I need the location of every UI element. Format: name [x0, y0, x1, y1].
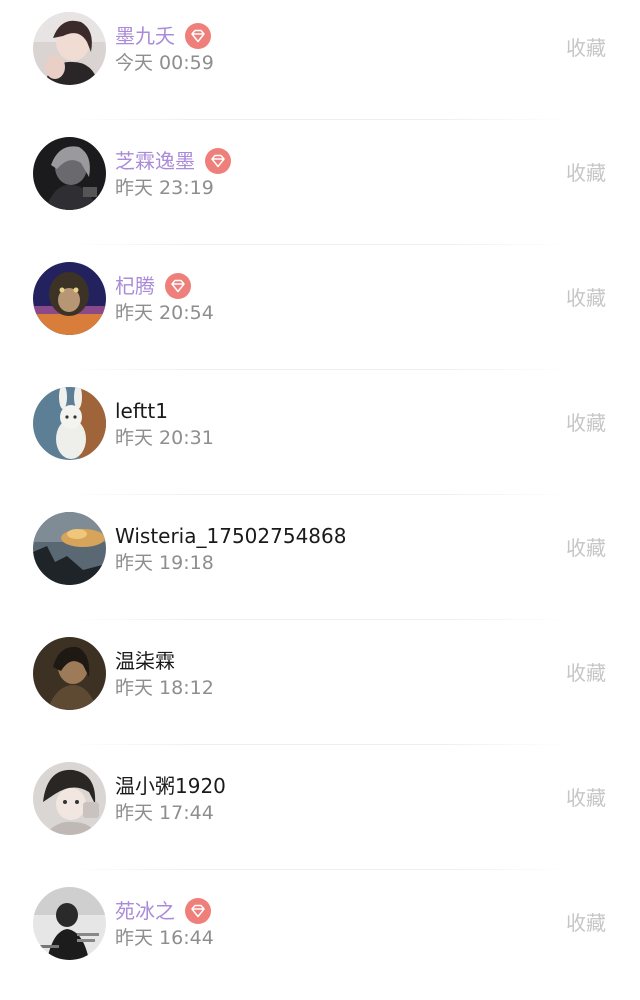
collect-button[interactable]: 收藏 [566, 159, 606, 187]
user-name[interactable]: 温柒霖 [115, 646, 175, 676]
name-line: 苑冰之 [115, 894, 211, 928]
list-item[interactable]: leftt1 昨天 20:31 收藏 [0, 375, 640, 500]
list-item[interactable]: Wisteria_17502754868 昨天 19:18 收藏 [0, 500, 640, 625]
divider [66, 619, 570, 620]
user-name[interactable]: Wisteria_17502754868 [115, 521, 346, 551]
diamond-icon [185, 23, 211, 49]
user-name[interactable]: 芝霖逸墨 [115, 146, 195, 176]
avatar[interactable] [33, 762, 106, 835]
user-name[interactable]: 墨九夭 [115, 21, 175, 51]
name-line: 杞腾 [115, 269, 191, 303]
list-item[interactable]: 温柒霖 昨天 18:12 收藏 [0, 625, 640, 750]
collect-button[interactable]: 收藏 [566, 909, 606, 937]
visitor-list: 墨九夭 今天 00:59 收藏 芝霖逸墨 昨天 23:19 收藏 杞腾 昨天 2… [0, 0, 640, 984]
user-name[interactable]: 温小粥1920 [115, 771, 226, 801]
list-item[interactable]: 芝霖逸墨 昨天 23:19 收藏 [0, 125, 640, 250]
avatar[interactable] [33, 387, 106, 460]
divider [66, 119, 570, 120]
divider [66, 244, 570, 245]
user-name[interactable]: 苑冰之 [115, 896, 175, 926]
visit-time: 昨天 20:31 [115, 427, 214, 449]
visit-time: 昨天 17:44 [115, 802, 214, 824]
collect-button[interactable]: 收藏 [566, 784, 606, 812]
list-item[interactable]: 墨九夭 今天 00:59 收藏 [0, 0, 640, 125]
visit-time: 昨天 20:54 [115, 302, 214, 324]
list-item[interactable]: 苑冰之 昨天 16:44 收藏 [0, 875, 640, 1000]
visit-time: 今天 00:59 [115, 52, 214, 74]
avatar[interactable] [33, 262, 106, 335]
name-line: 温小粥1920 [115, 769, 226, 803]
diamond-icon [205, 148, 231, 174]
divider [66, 744, 570, 745]
user-name[interactable]: 杞腾 [115, 271, 155, 301]
list-item[interactable]: 温小粥1920 昨天 17:44 收藏 [0, 750, 640, 875]
user-name[interactable]: leftt1 [115, 396, 168, 426]
divider [66, 369, 570, 370]
name-line: 芝霖逸墨 [115, 144, 231, 178]
visit-time: 昨天 16:44 [115, 927, 214, 949]
collect-button[interactable]: 收藏 [566, 409, 606, 437]
name-line: Wisteria_17502754868 [115, 519, 346, 553]
visit-time: 昨天 18:12 [115, 677, 214, 699]
diamond-icon [185, 898, 211, 924]
visit-time: 昨天 23:19 [115, 177, 214, 199]
avatar[interactable] [33, 887, 106, 960]
visit-time: 昨天 19:18 [115, 552, 214, 574]
avatar[interactable] [33, 137, 106, 210]
name-line: leftt1 [115, 394, 168, 428]
avatar[interactable] [33, 512, 106, 585]
name-line: 温柒霖 [115, 644, 175, 678]
avatar[interactable] [33, 12, 106, 85]
name-line: 墨九夭 [115, 19, 211, 53]
collect-button[interactable]: 收藏 [566, 659, 606, 687]
collect-button[interactable]: 收藏 [566, 284, 606, 312]
avatar[interactable] [33, 637, 106, 710]
collect-button[interactable]: 收藏 [566, 534, 606, 562]
collect-button[interactable]: 收藏 [566, 34, 606, 62]
list-item[interactable]: 杞腾 昨天 20:54 收藏 [0, 250, 640, 375]
diamond-icon [165, 273, 191, 299]
divider [66, 494, 570, 495]
divider [66, 869, 570, 870]
